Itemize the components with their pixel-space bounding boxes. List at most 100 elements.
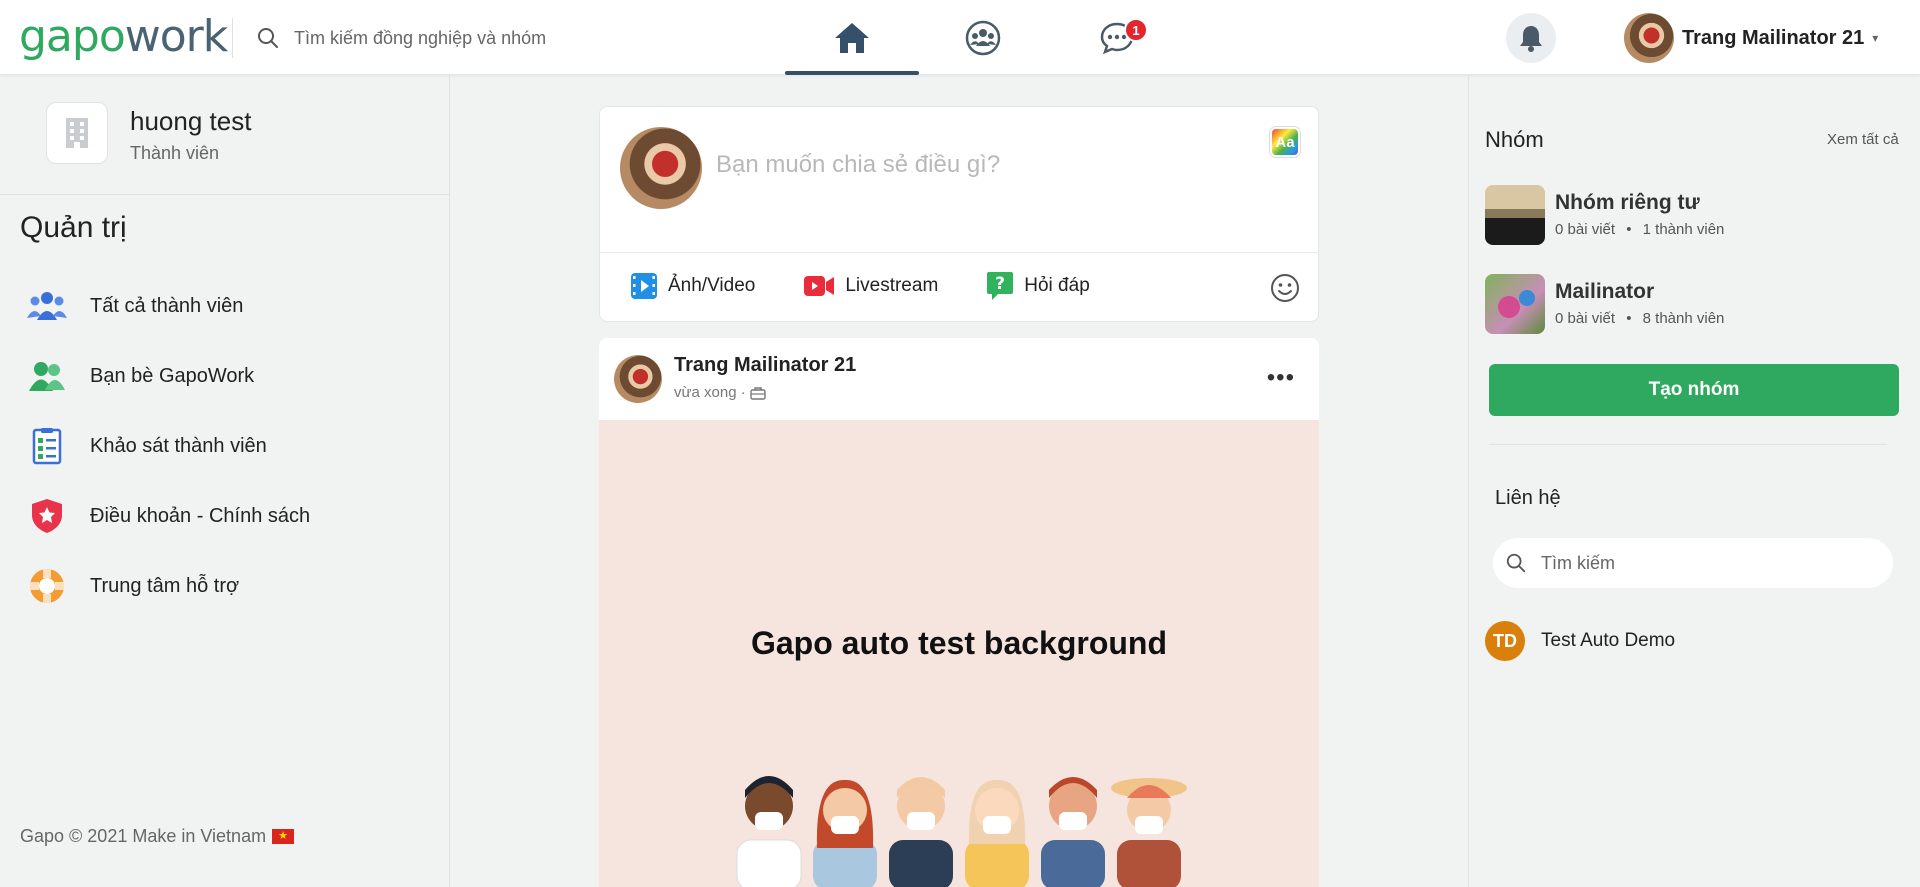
post-header: Trang Mailinator 21 vừa xong · ••• [599, 338, 1319, 420]
post-composer: Aa Ảnh/Video Livestream ? Hỏi đáp [599, 106, 1319, 322]
divider [1489, 444, 1887, 445]
home-icon [835, 22, 869, 53]
photo-video-icon [631, 273, 657, 299]
global-search-input[interactable] [294, 27, 634, 49]
lifebuoy-icon [24, 563, 70, 609]
post-content-text: Gapo auto test background [750, 625, 1168, 661]
group-meta: 0 bài viết • 1 thành viên [1555, 221, 1725, 238]
briefcase-icon [749, 386, 766, 400]
menu-item-terms-policy[interactable]: Điều khoản - Chính sách [24, 481, 310, 551]
top-bar: gapowork 1 Trang Mailinator 21 ▾ [0, 0, 1920, 75]
friends-icon [24, 353, 70, 399]
post-author[interactable]: Trang Mailinator 21 [674, 354, 856, 377]
group-post-count: 0 bài viết [1555, 221, 1616, 238]
feed-post: Trang Mailinator 21 vừa xong · ••• Gapo … [599, 338, 1319, 887]
avatar [1624, 13, 1674, 63]
livestream-icon [804, 276, 835, 296]
group-item[interactable]: Nhóm riêng tư 0 bài viết • 1 thành viên [1485, 185, 1865, 247]
menu-item-label: Điều khoản - Chính sách [90, 504, 311, 527]
emoji-button[interactable] [1270, 273, 1300, 308]
global-search[interactable] [256, 22, 656, 54]
group-item[interactable]: Mailinator 0 bài viết • 8 thành viên [1485, 274, 1865, 336]
contacts-title: Liên hệ [1495, 487, 1561, 509]
create-group-button[interactable]: Tạo nhóm [1489, 364, 1899, 416]
photo-video-label: Ảnh/Video [668, 275, 756, 296]
bell-icon [1520, 26, 1542, 52]
organization-role: Thành viên [130, 143, 220, 163]
composer-actions: Ảnh/Video Livestream ? Hỏi đáp [630, 271, 1138, 301]
livestream-label: Livestream [845, 275, 939, 296]
text-format-button[interactable]: Aa [1270, 127, 1300, 157]
question-icon: ? [987, 272, 1014, 300]
group-post-count: 0 bài viết [1555, 310, 1616, 327]
footer-copyright: Gapo © 2021 Make in Vietnam [20, 826, 295, 847]
contact-name: Test Auto Demo [1541, 630, 1676, 651]
photo-video-button[interactable]: Ảnh/Video [630, 272, 755, 300]
building-icon [46, 102, 108, 164]
group-thumbnail [1485, 274, 1545, 334]
profile-menu[interactable]: Trang Mailinator 21 ▾ [1624, 12, 1878, 64]
svg-text:?: ? [995, 274, 1005, 294]
menu-item-label: Bạn bè GapoWork [90, 364, 255, 387]
menu-item-gapowork-friends[interactable]: Bạn bè GapoWork [24, 341, 310, 411]
post-meta: vừa xong · [674, 384, 766, 401]
divider [0, 194, 450, 195]
qa-button[interactable]: ? Hỏi đáp [986, 271, 1090, 301]
menu-item-label: Tất cả thành viên [90, 294, 244, 317]
left-sidebar: huong test Thành viên Quản trị Tất cả th… [0, 75, 450, 887]
menu-item-all-members[interactable]: Tất cả thành viên [24, 271, 310, 341]
tab-groups[interactable] [940, 0, 1026, 75]
footer-text: Gapo © 2021 Make in Vietnam [20, 826, 267, 846]
organization-name: huong test [130, 106, 252, 136]
right-sidebar: Nhóm Xem tất cả Nhóm riêng tư 0 bài viết… [1468, 75, 1920, 887]
group-meta: 0 bài viết • 8 thành viên [1555, 310, 1725, 327]
group-member-count: 1 thành viên [1642, 221, 1725, 238]
search-icon [1506, 553, 1526, 573]
group-name: Mailinator [1555, 280, 1655, 303]
survey-icon [24, 423, 70, 469]
unread-message-badge: 1 [1124, 18, 1148, 42]
organization-card[interactable]: huong test Thành viên [46, 102, 251, 164]
contact-search[interactable] [1493, 538, 1893, 588]
members-icon [24, 283, 70, 329]
smile-icon [1271, 274, 1299, 302]
chevron-down-icon: ▾ [1872, 31, 1879, 45]
meta-separator: · [740, 384, 746, 401]
tab-home[interactable] [785, 0, 919, 75]
admin-section-title: Quản trị [20, 211, 127, 244]
contact-search-input[interactable] [1541, 552, 1861, 574]
group-member-count: 8 thành viên [1642, 310, 1725, 327]
admin-menu: Tất cả thành viên Bạn bè GapoWork Khảo s… [24, 271, 310, 621]
post-time: vừa xong [674, 384, 737, 401]
groups-title: Nhóm [1485, 127, 1544, 152]
menu-item-label: Trung tâm hỗ trợ [90, 574, 240, 597]
menu-item-label: Khảo sát thành viên [90, 434, 267, 457]
group-thumbnail [1485, 185, 1545, 245]
menu-item-support-center[interactable]: Trung tâm hỗ trợ [24, 551, 310, 621]
search-icon [258, 28, 278, 48]
gapowork-logo[interactable]: gapowork [19, 11, 228, 62]
tab-messages[interactable]: 1 [1072, 0, 1162, 75]
divider [600, 252, 1318, 253]
logo-gapo-text: gapo [19, 11, 126, 62]
vietnam-flag-icon [272, 829, 295, 844]
logo-work-text: work [124, 11, 228, 62]
group-name: Nhóm riêng tư [1555, 191, 1700, 214]
avatar: TD [1485, 621, 1525, 661]
header-divider [232, 18, 233, 58]
post-background: Gapo auto test background [599, 420, 1319, 887]
avatar[interactable] [614, 355, 662, 403]
shield-star-icon [24, 493, 70, 539]
composer-input[interactable] [716, 151, 1216, 179]
contact-item[interactable]: TD Test Auto Demo [1485, 621, 1675, 661]
masked-people-illustration [736, 776, 1187, 887]
profile-name: Trang Mailinator 21 [1682, 26, 1865, 49]
livestream-button[interactable]: Livestream [803, 274, 938, 298]
avatar [620, 127, 702, 209]
groups-icon [965, 20, 1001, 55]
notifications-button[interactable] [1506, 13, 1556, 63]
qa-label: Hỏi đáp [1024, 275, 1090, 296]
post-options-button[interactable]: ••• [1267, 364, 1295, 392]
see-all-groups-link[interactable]: Xem tất cả [1827, 131, 1899, 148]
menu-item-member-survey[interactable]: Khảo sát thành viên [24, 411, 310, 481]
